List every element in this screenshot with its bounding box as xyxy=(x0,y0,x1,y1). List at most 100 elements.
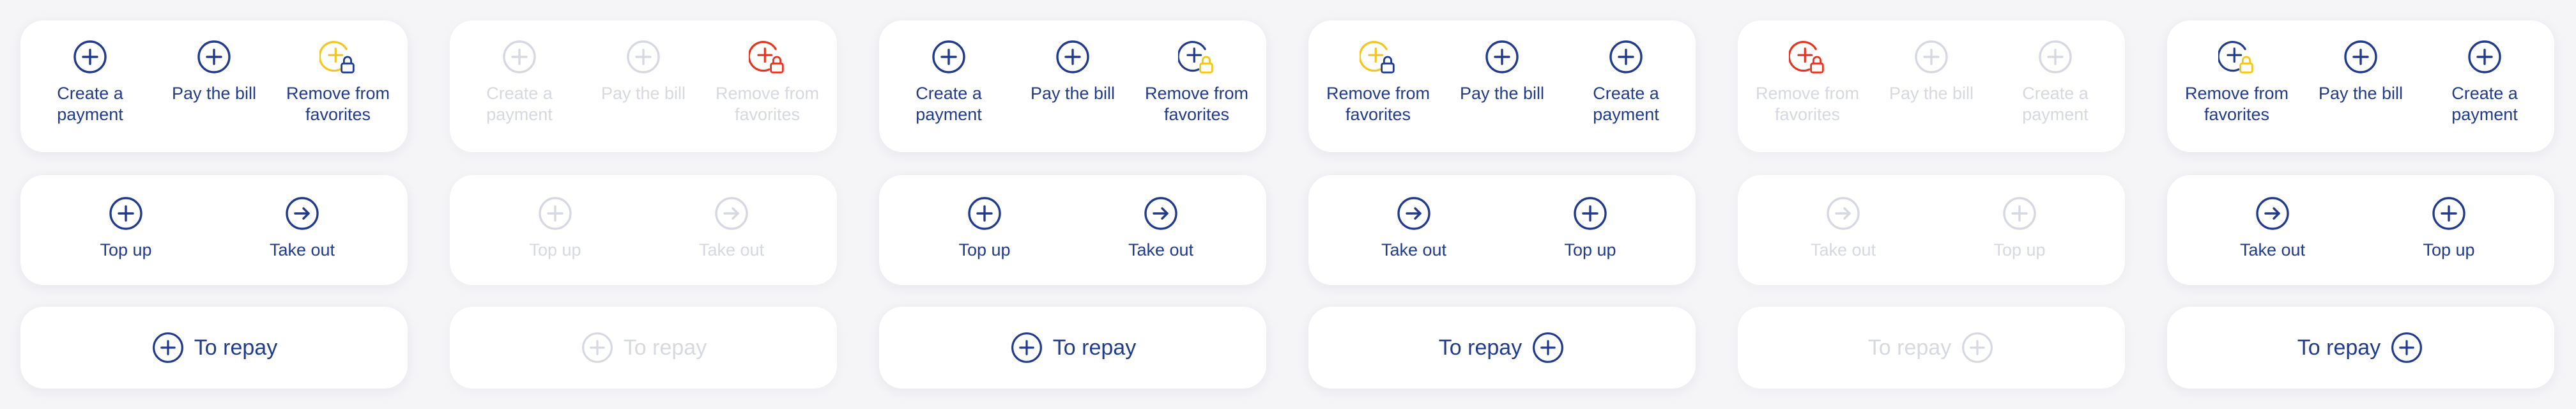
remove-from-favorites-label: Remove from favorites xyxy=(715,84,820,124)
primary-actions-card: Remove from favorites Pay the bill Create … xyxy=(1738,20,2125,152)
pay-the-bill-button[interactable]: Pay the bill xyxy=(157,38,272,134)
remove-from-favorites-button[interactable]: Remove from favorites xyxy=(280,38,395,134)
create-a-payment-button[interactable]: Create a payment xyxy=(891,38,1006,134)
create-a-payment-button: Create a payment xyxy=(462,38,577,134)
to-repay-button[interactable]: To repay xyxy=(1308,307,1696,389)
plus-circle-icon xyxy=(2466,38,2503,75)
to-repay-label: To repay xyxy=(1867,335,1952,360)
take-out-label: Take out xyxy=(1810,240,1876,259)
take-out-label: Take out xyxy=(1381,240,1447,259)
take-out-button[interactable]: Take out xyxy=(1356,195,1471,265)
plus-circle-icon xyxy=(966,195,1003,232)
create-a-payment-button[interactable]: Create a payment xyxy=(1568,38,1683,134)
pay-the-bill-label: Pay the bill xyxy=(2318,84,2404,103)
take-out-button[interactable]: Take out xyxy=(1103,195,1218,265)
plus-circle-icon xyxy=(107,195,144,232)
remove-from-favorites-label: Remove from favorites xyxy=(1144,84,1249,124)
arrow-right-circle-icon xyxy=(1825,195,1862,232)
top-up-button: Top up xyxy=(498,195,613,265)
to-repay-label: To repay xyxy=(194,335,278,360)
remove-from-favorites-label: Remove from favorites xyxy=(1755,84,1860,124)
transfer-actions-card: Top up Take out xyxy=(450,175,837,285)
to-repay-button[interactable]: To repay xyxy=(20,307,408,389)
favorite-lock-icon xyxy=(1789,38,1826,75)
pay-the-bill-button: Pay the bill xyxy=(586,38,701,134)
top-up-button[interactable]: Top up xyxy=(927,195,1042,265)
take-out-label: Take out xyxy=(1128,240,1194,259)
plus-circle-icon xyxy=(537,195,574,232)
top-up-button[interactable]: Top up xyxy=(68,195,183,265)
remove-from-favorites-label: Remove from favorites xyxy=(1326,84,1430,124)
arrow-right-circle-icon xyxy=(1395,195,1432,232)
transfer-actions-card: Take out Top up xyxy=(1738,175,2125,285)
transfer-actions-card: Take out Top up xyxy=(1308,175,1696,285)
pay-the-bill-label: Pay the bill xyxy=(1459,84,1545,103)
to-repay-button: To repay xyxy=(1738,307,2125,389)
to-repay-button: To repay xyxy=(450,307,837,389)
top-up-button[interactable]: Top up xyxy=(1533,195,1648,265)
take-out-button[interactable]: Take out xyxy=(245,195,360,265)
plus-circle-icon xyxy=(2342,38,2379,75)
to-repay-button[interactable]: To repay xyxy=(2167,307,2554,389)
favorite-lock-icon xyxy=(2218,38,2255,75)
plus-circle-icon xyxy=(195,38,233,75)
plus-circle-icon xyxy=(1009,330,1044,365)
plus-circle-icon xyxy=(1960,330,1995,365)
pay-the-bill-label: Pay the bill xyxy=(171,84,257,103)
arrow-right-circle-icon xyxy=(713,195,750,232)
action-panel-2: Create a payment Pay the bill Remove from … xyxy=(429,0,859,409)
create-a-payment-label: Create a payment xyxy=(2451,84,2518,124)
transfer-actions-card: Take out Top up xyxy=(2167,175,2554,285)
plus-circle-icon xyxy=(2389,330,2424,365)
action-panel-1: Create a payment Pay the bill Remove from … xyxy=(0,0,429,409)
primary-actions-card: Create a payment Pay the bill Remove from … xyxy=(20,20,408,152)
action-panel-3: Create a payment Pay the bill Remove from … xyxy=(859,0,1288,409)
pay-the-bill-label: Pay the bill xyxy=(601,84,686,103)
create-a-payment-label: Create a payment xyxy=(2022,84,2089,124)
pay-the-bill-button: Pay the bill xyxy=(1874,38,1989,134)
plus-circle-icon xyxy=(2001,195,2038,232)
create-a-payment-button[interactable]: Create a payment xyxy=(2427,38,2542,134)
action-panel-6: Remove from favorites Pay the bill Create … xyxy=(2147,0,2576,409)
arrow-right-circle-icon xyxy=(284,195,321,232)
to-repay-button[interactable]: To repay xyxy=(879,307,1266,389)
favorite-lock-icon xyxy=(1178,38,1215,75)
plus-circle-icon xyxy=(625,38,662,75)
primary-actions-card: Remove from favorites Pay the bill Create … xyxy=(1308,20,1696,152)
pay-the-bill-label: Pay the bill xyxy=(1889,84,1974,103)
top-up-label: Top up xyxy=(529,240,581,259)
to-repay-label: To repay xyxy=(623,335,707,360)
pay-the-bill-button[interactable]: Pay the bill xyxy=(2303,38,2418,134)
remove-from-favorites-button[interactable]: Remove from favorites xyxy=(1321,38,1436,134)
favorite-lock-icon xyxy=(749,38,786,75)
transfer-actions-card: Top up Take out xyxy=(20,175,408,285)
plus-circle-icon xyxy=(1913,38,1950,75)
top-up-label: Top up xyxy=(958,240,1011,259)
take-out-label: Take out xyxy=(698,240,765,259)
top-up-label: Top up xyxy=(1564,240,1616,259)
pay-the-bill-label: Pay the bill xyxy=(1030,84,1116,103)
primary-actions-card: Remove from favorites Pay the bill Create … xyxy=(2167,20,2554,152)
remove-from-favorites-label: Remove from favorites xyxy=(2184,84,2289,124)
to-repay-label: To repay xyxy=(1438,335,1522,360)
plus-circle-icon xyxy=(2430,195,2467,232)
take-out-button: Take out xyxy=(1786,195,1901,265)
top-up-label: Top up xyxy=(100,240,152,259)
remove-from-favorites-button[interactable]: Remove from favorites xyxy=(1139,38,1254,134)
create-a-payment-label: Create a payment xyxy=(1593,84,1659,124)
remove-from-favorites-button[interactable]: Remove from favorites xyxy=(2179,38,2294,134)
take-out-button[interactable]: Take out xyxy=(2215,195,2330,265)
to-repay-label: To repay xyxy=(1052,335,1137,360)
plus-circle-icon xyxy=(72,38,109,75)
plus-circle-icon xyxy=(930,38,967,75)
take-out-label: Take out xyxy=(2239,240,2306,259)
plus-circle-icon xyxy=(1572,195,1609,232)
top-up-button[interactable]: Top up xyxy=(2391,195,2506,265)
arrow-right-circle-icon xyxy=(2254,195,2291,232)
action-panel-5: Remove from favorites Pay the bill Create … xyxy=(1717,0,2147,409)
create-a-payment-button[interactable]: Create a payment xyxy=(33,38,148,134)
plus-circle-icon xyxy=(1054,38,1091,75)
pay-the-bill-button[interactable]: Pay the bill xyxy=(1445,38,1560,134)
transfer-actions-card: Top up Take out xyxy=(879,175,1266,285)
pay-the-bill-button[interactable]: Pay the bill xyxy=(1015,38,1130,134)
